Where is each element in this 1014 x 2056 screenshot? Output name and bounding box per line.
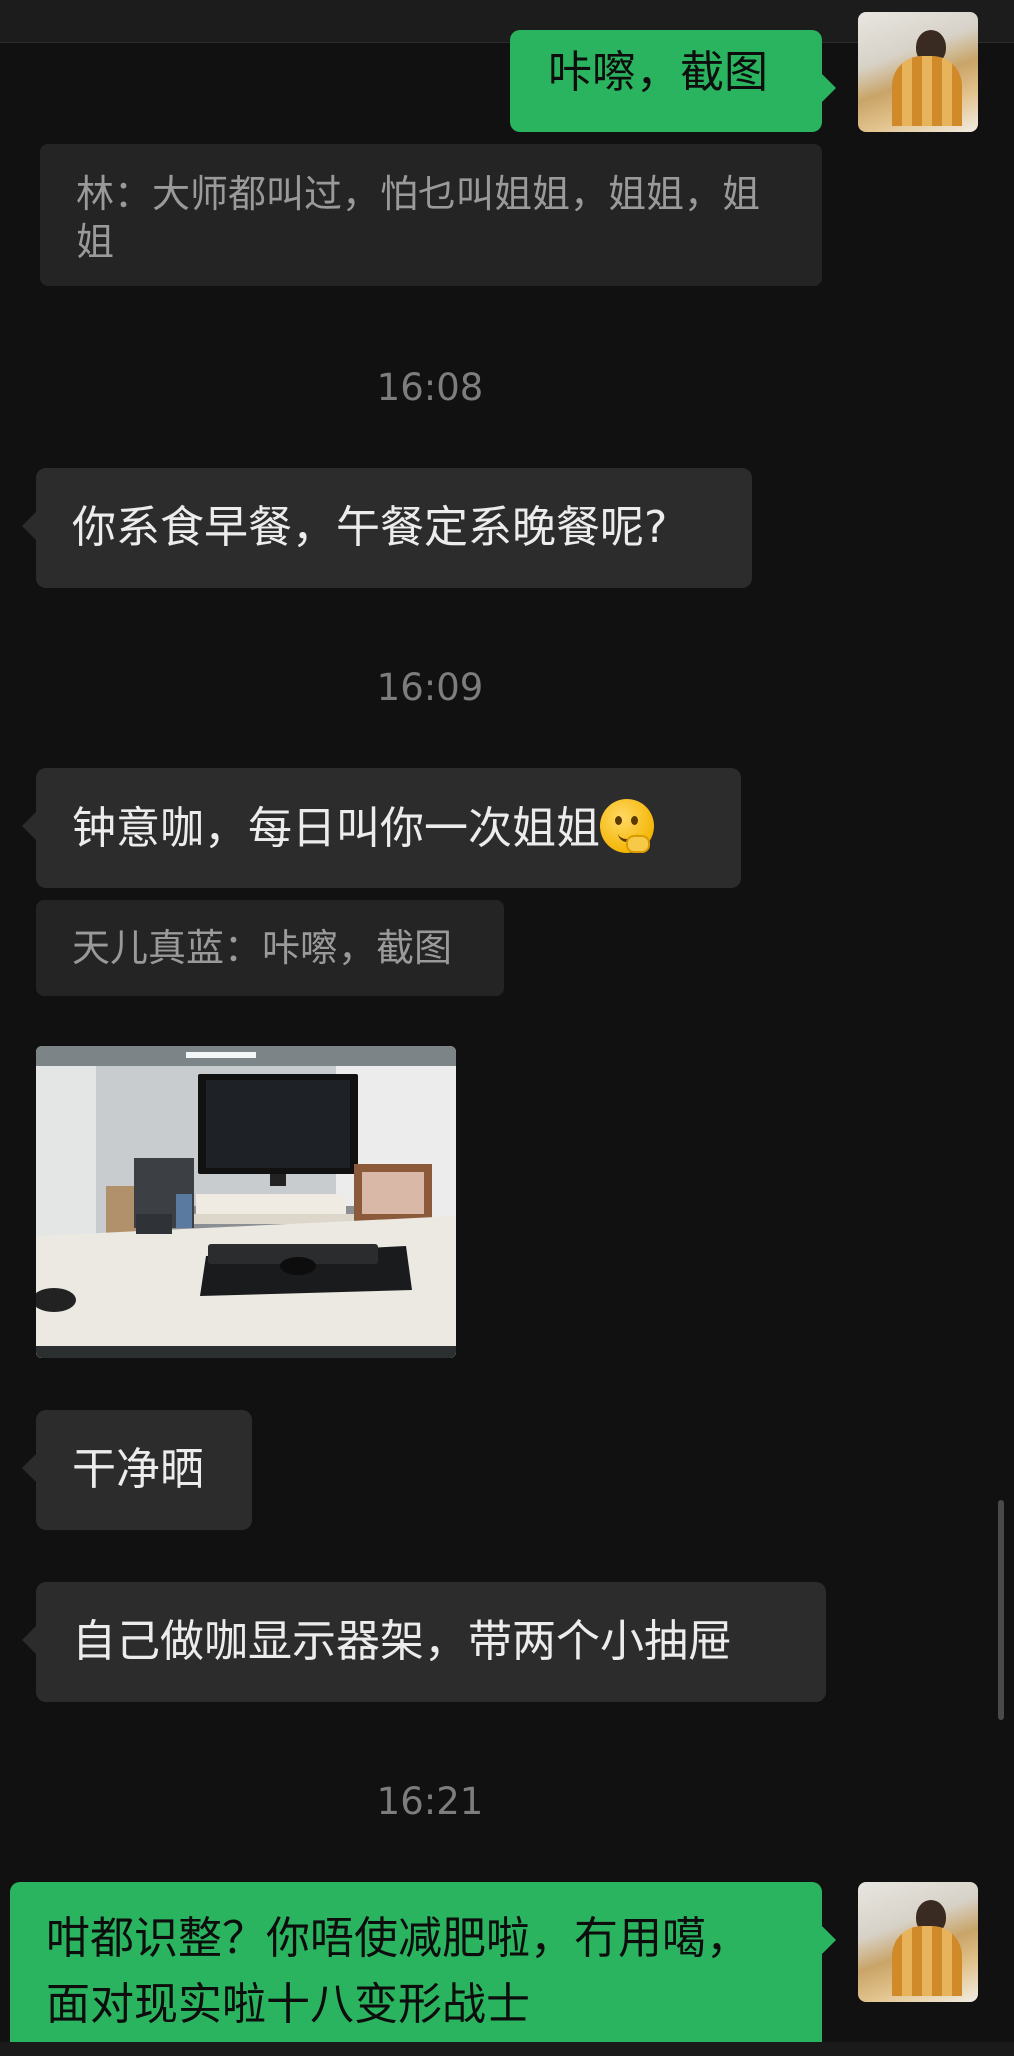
bottom-bar <box>0 2042 1014 2056</box>
incoming-message[interactable]: 你系食早餐，午餐定系晚餐呢? <box>22 468 752 588</box>
incoming-message[interactable]: 自己做咖显示器架，带两个小抽屉 <box>22 1582 826 1702</box>
timestamp: 16:09 <box>376 666 484 709</box>
desk-photo-image <box>36 1046 456 1358</box>
quoted-text: 天儿真蓝：咔嚓，截图 <box>72 926 453 970</box>
message-text: 咁都识整？你唔使减肥啦，冇用噶，面对现实啦十八变形战士 <box>46 1913 750 2030</box>
avatar-body <box>892 1926 962 1996</box>
scrollbar[interactable] <box>998 1500 1004 1720</box>
quoted-message[interactable]: 林：大师都叫过，怕乜叫姐姐，姐姐，姐姐 <box>40 144 822 286</box>
message-text: 干净晒 <box>72 1444 204 1495</box>
photo-message[interactable] <box>36 1046 456 1358</box>
outgoing-message[interactable]: 咁都识整？你唔使减肥啦，冇用噶，面对现实啦十八变形战士 <box>10 1882 836 2056</box>
message-text: 咔嚓，截图 <box>548 47 768 98</box>
thinking-face-emoji-icon <box>600 799 654 853</box>
message-text: 钟意咖，每日叫你一次姐姐 <box>72 803 600 854</box>
timestamp: 16:21 <box>376 1780 484 1823</box>
outgoing-message[interactable]: 咔嚓，截图 <box>510 30 836 132</box>
sender-avatar[interactable] <box>858 1882 978 2002</box>
avatar-body <box>892 56 962 126</box>
message-text: 自己做咖显示器架，带两个小抽屉 <box>72 1616 732 1667</box>
sender-avatar[interactable] <box>858 12 978 132</box>
incoming-message[interactable]: 干净晒 <box>22 1410 252 1530</box>
timestamp: 16:08 <box>376 366 484 409</box>
quoted-message[interactable]: 天儿真蓝：咔嚓，截图 <box>36 900 504 996</box>
quoted-text: 林：大师都叫过，怕乜叫姐姐，姐姐，姐姐 <box>76 172 761 264</box>
incoming-message[interactable]: 钟意咖，每日叫你一次姐姐 <box>22 768 741 888</box>
message-text: 你系食早餐，午餐定系晚餐呢? <box>72 502 668 553</box>
